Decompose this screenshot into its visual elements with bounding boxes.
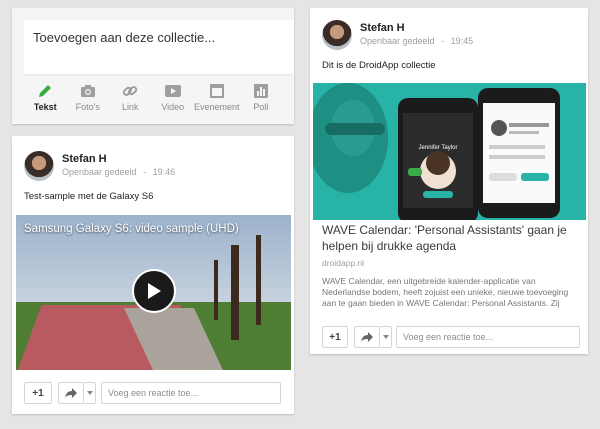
tool-poll[interactable]: Poll (240, 80, 283, 120)
app-promo-graphic (313, 83, 586, 220)
post-meta: Openbaar gedeeld - 19:46 (62, 167, 175, 177)
post-visibility: Openbaar gedeeld (62, 167, 137, 177)
chevron-down-icon (382, 335, 389, 339)
share-icon (361, 332, 373, 342)
tool-poll-label: Poll (253, 102, 269, 112)
meta-separator: - (143, 167, 147, 177)
poll-icon (240, 80, 283, 102)
tool-event-label: Evenement (194, 102, 240, 112)
avatar[interactable] (322, 20, 352, 50)
video-icon (152, 80, 195, 102)
composer-input[interactable]: Toevoegen aan deze collectie... (24, 20, 294, 74)
post-card: Stefan H Openbaar gedeeld - 19:46 Test-s… (12, 136, 294, 414)
reply-input[interactable]: Voeg een reactie toe... (396, 326, 580, 348)
share-menu-button[interactable] (380, 326, 392, 348)
camera-icon (67, 80, 110, 102)
share-menu-button[interactable] (84, 382, 96, 404)
tool-text-label: Tekst (33, 102, 57, 112)
link-title[interactable]: WAVE Calendar: 'Personal Assistants' gaa… (322, 222, 578, 254)
video-tree (256, 235, 261, 325)
video-tree (231, 245, 239, 340)
video-title[interactable]: Samsung Galaxy S6: video sample (UHD) (24, 223, 239, 235)
post-author[interactable]: Stefan H (360, 22, 405, 34)
tool-link[interactable]: Link (109, 80, 152, 120)
tool-text[interactable]: Tekst (24, 80, 67, 120)
share-button[interactable] (58, 382, 84, 404)
link-domain[interactable]: droidapp.nl (322, 258, 364, 268)
post-time[interactable]: 19:45 (451, 36, 474, 46)
post-author[interactable]: Stefan H (62, 153, 107, 165)
tool-link-label: Link (121, 102, 139, 112)
post-text: Test-sample met de Galaxy S6 (24, 191, 154, 202)
tool-video-label: Video (161, 102, 185, 112)
tool-video[interactable]: Video (152, 80, 195, 120)
link-icon (109, 80, 152, 102)
video-tree (214, 260, 218, 320)
tool-photos-label: Foto's (75, 102, 100, 112)
avatar[interactable] (24, 151, 54, 181)
composer-tools: Tekst Foto's Link Video Evenement Poll (24, 80, 282, 120)
post-visibility: Openbaar gedeeld (360, 36, 435, 46)
pencil-icon (24, 80, 67, 102)
tool-event[interactable]: Evenement (194, 80, 240, 120)
event-icon (194, 80, 240, 102)
post-time[interactable]: 19:46 (153, 167, 176, 177)
link-preview-image[interactable]: Jennifer Taylor (313, 83, 586, 220)
post-card: Stefan H Openbaar gedeeld - 19:45 Dit is… (310, 8, 588, 354)
plus-one-button[interactable]: +1 (322, 326, 348, 348)
meta-separator: - (441, 36, 445, 46)
plus-one-button[interactable]: +1 (24, 382, 52, 404)
post-meta: Openbaar gedeeld - 19:45 (360, 36, 473, 46)
share-icon (65, 388, 77, 398)
play-icon[interactable] (132, 269, 176, 313)
chevron-down-icon (86, 391, 93, 395)
tool-photos[interactable]: Foto's (67, 80, 110, 120)
reply-input[interactable]: Voeg een reactie toe... (101, 382, 281, 404)
phone-contact-name: Jennifer Taylor (418, 145, 458, 151)
link-description: WAVE Calendar, een uitgebreide kalender-… (322, 276, 569, 310)
composer-card: Toevoegen aan deze collectie... Tekst Fo… (12, 8, 294, 124)
share-button[interactable] (354, 326, 380, 348)
post-text: Dit is de DroidApp collectie (322, 60, 436, 71)
video-player[interactable]: Samsung Galaxy S6: video sample (UHD) (16, 215, 291, 370)
